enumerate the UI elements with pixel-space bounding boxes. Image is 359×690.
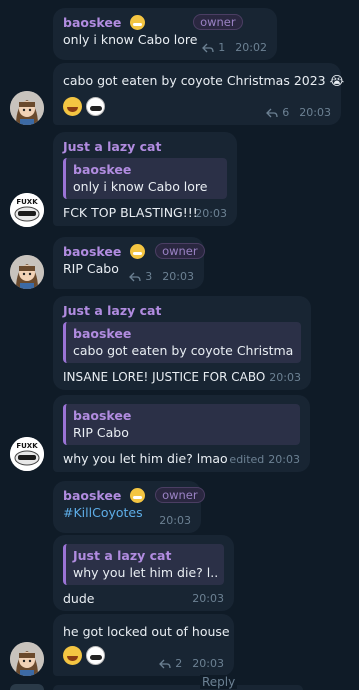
quoted-sender: Just a lazy cat: [73, 548, 172, 563]
avatar-fuxk-icon: FUXK: [10, 193, 44, 227]
message-bubble[interactable]: baoskee owner RIP Cabo 3 20:03: [53, 237, 205, 289]
avatar-fuxk-icon: FUXK: [10, 437, 44, 471]
message-bubble[interactable]: baoskee owner #KillCoyotes 20:03: [53, 481, 205, 533]
role-badge: owner: [155, 243, 205, 259]
message-text: he got locked out of house: [63, 624, 230, 639]
message-time: 20:03: [268, 453, 300, 466]
partial-avatar: [10, 684, 44, 690]
message-time: 20:03: [195, 207, 227, 220]
message-bubble[interactable]: Just a lazy cat why you let him die? l..…: [53, 535, 234, 611]
message-meta: 3 20:03: [129, 270, 194, 283]
avatar[interactable]: [10, 642, 44, 676]
emoji-icon: [129, 244, 145, 259]
message-text: cabo got eaten by coyote Christmas 2023 …: [63, 73, 345, 88]
laughing-emoji-icon[interactable]: [63, 646, 82, 665]
svg-text:FUXK: FUXK: [16, 442, 38, 450]
message-meta: 2 20:03: [159, 657, 224, 670]
message-meta: 20:03: [195, 207, 227, 220]
message-time: 20:03: [269, 371, 301, 384]
quoted-reply[interactable]: baoskee only i know Cabo lore: [63, 158, 227, 199]
message-bubble[interactable]: Just a lazy cat baoskee only i know Cabo…: [53, 132, 237, 226]
emoji-icon: [129, 15, 145, 30]
quoted-text: cabo got eaten by coyote Christma...: [73, 343, 294, 358]
role-badge: owner: [193, 14, 243, 30]
message-time: 20:03: [162, 270, 194, 283]
quoted-reply[interactable]: baoskee cabo got eaten by coyote Christm…: [63, 322, 301, 363]
message-time: 20:03: [159, 514, 191, 527]
reply-count[interactable]: 6: [282, 106, 289, 119]
message-sender[interactable]: Just a lazy cat: [63, 302, 301, 319]
reply-count[interactable]: 1: [218, 41, 225, 54]
message-bubble[interactable]: baoskee owner only i know Cabo lore 1 20…: [53, 8, 277, 60]
role-badge: owner: [155, 487, 205, 503]
edited-label: edited: [229, 453, 265, 466]
message-meta: 20:03: [269, 371, 301, 384]
partial-bubble: [53, 685, 303, 690]
emoji-icon: [129, 488, 145, 503]
reply-arrow-icon[interactable]: [266, 108, 278, 118]
reply-arrow-icon[interactable]: [159, 659, 171, 669]
reply-arrow-icon[interactable]: [202, 43, 214, 53]
message-meta: 1 20:02: [202, 41, 267, 54]
message-sender[interactable]: baoskee owner: [63, 14, 267, 31]
message-bubble[interactable]: he got locked out of house 2 20:03: [53, 614, 234, 676]
message-time: 20:03: [299, 106, 331, 119]
quoted-text: RIP Cabo: [73, 425, 129, 440]
avatar-girl-icon: [10, 255, 44, 289]
message-sender[interactable]: baoskee owner: [63, 243, 205, 260]
fuxk-sticker-icon[interactable]: [86, 97, 105, 116]
quoted-text: only i know Cabo lore: [73, 179, 208, 194]
sender-name[interactable]: baoskee: [63, 488, 121, 503]
avatar[interactable]: FUXK: [10, 437, 44, 471]
message-meta: 20:03: [159, 514, 191, 527]
quoted-sender: baoskee: [73, 408, 132, 423]
reply-count[interactable]: 2: [175, 657, 182, 670]
message-meta: 20:03: [192, 592, 224, 605]
message-sender[interactable]: baoskee owner: [63, 487, 205, 504]
message-time: 20:03: [192, 592, 224, 605]
message-sender[interactable]: Just a lazy cat: [63, 138, 227, 155]
avatar-girl-icon: [10, 91, 44, 125]
svg-text:FUXK: FUXK: [16, 198, 38, 206]
reply-arrow-icon[interactable]: [129, 272, 141, 282]
quoted-text: why you let him die? l...: [73, 565, 217, 580]
avatar[interactable]: FUXK: [10, 193, 44, 227]
avatar-girl-icon: [10, 642, 44, 676]
message-meta: edited 20:03: [229, 453, 300, 466]
message-bubble[interactable]: baoskee RIP Cabo why you let him die? lm…: [53, 395, 310, 472]
avatar[interactable]: [10, 255, 44, 289]
quoted-sender: baoskee: [73, 326, 132, 341]
message-bubble[interactable]: Just a lazy cat baoskee cabo got eaten b…: [53, 296, 311, 390]
sender-name[interactable]: baoskee: [63, 244, 121, 259]
quoted-sender: baoskee: [73, 162, 132, 177]
avatar[interactable]: [10, 91, 44, 125]
reply-button[interactable]: Reply: [200, 675, 238, 689]
message-time: 20:03: [192, 657, 224, 670]
quoted-reply[interactable]: Just a lazy cat why you let him die? l..…: [63, 544, 224, 585]
reply-count[interactable]: 3: [145, 270, 152, 283]
message-text: INSANE LORE! JUSTICE FOR CABO: [63, 370, 266, 384]
quoted-reply[interactable]: baoskee RIP Cabo: [63, 404, 300, 445]
message-meta: 6 20:03: [266, 106, 331, 119]
message-bubble[interactable]: cabo got eaten by coyote Christmas 2023 …: [53, 63, 345, 125]
laughing-emoji-icon[interactable]: [63, 97, 82, 116]
sender-name[interactable]: baoskee: [63, 15, 121, 30]
message-time: 20:02: [235, 41, 267, 54]
fuxk-sticker-icon[interactable]: [86, 646, 105, 665]
